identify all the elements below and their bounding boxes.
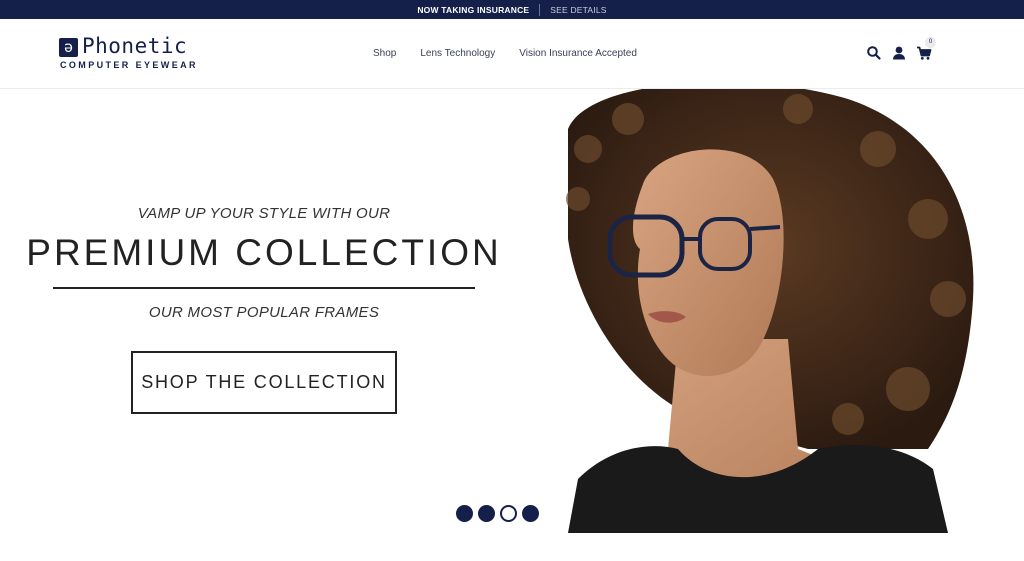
slider-pagination — [456, 505, 544, 522]
hero-headline: PREMIUM COLLECTION — [26, 232, 502, 273]
slider-dot-4[interactable] — [522, 505, 539, 522]
site-header: ə Phonetic COMPUTER EYEWEAR Shop Lens Te… — [0, 19, 1024, 89]
slider-dot-2[interactable] — [478, 505, 495, 522]
search-icon[interactable] — [866, 45, 882, 61]
hero-model-photo — [566, 89, 974, 533]
header-actions: 0 — [866, 37, 941, 61]
divider — [539, 3, 541, 16]
user-icon[interactable] — [891, 45, 907, 61]
slider-dot-3[interactable] — [500, 505, 517, 522]
hero-slider: VAMP UP YOUR STYLE WITH OUR PREMIUM COLL… — [0, 89, 1024, 533]
announcement-bar: NOW TAKING INSURANCE SEE DETAILS — [0, 0, 1024, 19]
hero-divider — [53, 287, 475, 289]
nav-item-lens-technology[interactable]: Lens Technology — [420, 48, 495, 59]
shop-the-collection-button[interactable]: SHOP THE COLLECTION — [131, 351, 397, 414]
logo-tagline: COMPUTER EYEWEAR — [60, 60, 198, 70]
slider-dot-1[interactable] — [456, 505, 473, 522]
nav-item-vision-insurance[interactable]: Vision Insurance Accepted — [519, 48, 637, 59]
announcement-text: NOW TAKING INSURANCE — [417, 4, 530, 15]
logo-mark: ə — [59, 38, 78, 57]
hero-eyebrow: VAMP UP YOUR STYLE WITH OUR — [137, 205, 391, 222]
cart-count-badge: 0 — [925, 37, 936, 48]
brand-logo[interactable]: ə Phonetic COMPUTER EYEWEAR — [59, 34, 219, 73]
nav-item-shop[interactable]: Shop — [373, 48, 396, 59]
see-details-link[interactable]: SEE DETAILS — [550, 5, 606, 15]
logo-wordmark: Phonetic — [82, 34, 188, 58]
cart-icon[interactable]: 0 — [916, 37, 936, 61]
main-nav: Shop Lens Technology Vision Insurance Ac… — [373, 48, 661, 59]
hero-subline: OUR MOST POPULAR FRAMES — [148, 304, 380, 321]
